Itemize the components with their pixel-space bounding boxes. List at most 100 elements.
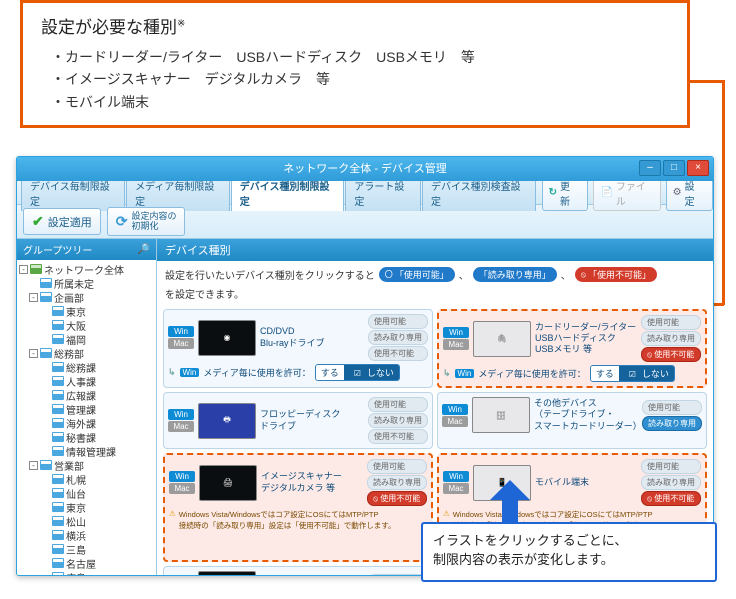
tree-node[interactable]: - 営業部 <box>17 458 156 472</box>
tree-node[interactable]: 人事課 <box>17 374 156 388</box>
top-callout: 設定が必要な種別※ カードリーダー/ライター USBハードディスク USBメモリ… <box>20 0 690 128</box>
state-deny: 使用不可能 <box>641 491 701 506</box>
tree-node[interactable]: 名古屋 <box>17 556 156 570</box>
permission-toggle[interactable]: するしない <box>590 365 675 382</box>
state-deny: 使用不可能 <box>368 429 428 444</box>
tree-label: 人事課 <box>66 374 96 389</box>
folder-icon <box>52 446 64 456</box>
state-readonly: 読み取り専用 <box>641 331 701 346</box>
folder-icon <box>52 306 64 316</box>
folder-icon <box>52 530 64 540</box>
tree-toggle[interactable]: - <box>29 349 38 358</box>
tree-node[interactable]: 松山 <box>17 514 156 528</box>
tree-label: 松山 <box>66 514 86 529</box>
tree-label: 総務部 <box>54 346 84 361</box>
os-mac-badge: Mac <box>443 483 469 494</box>
tree-node[interactable]: - ネットワーク全体 <box>17 262 156 276</box>
device-label: カードリーダー/ライターUSBハードディスクUSBメモリ 等 <box>535 322 637 356</box>
tree-label: 東京 <box>66 500 86 515</box>
tree-toggle[interactable]: - <box>29 461 38 470</box>
tree-toggle[interactable]: - <box>19 265 28 274</box>
os-mac-badge: Mac <box>169 483 195 494</box>
tree-label: 広報課 <box>66 388 96 403</box>
os-mac-badge: Mac <box>168 338 194 349</box>
tree-node[interactable]: 所属未定 <box>17 276 156 290</box>
tree-node[interactable]: -企画部 <box>17 290 156 304</box>
tree-node[interactable]: 広島 <box>17 570 156 575</box>
badge-allow: 「使用可能」 <box>379 267 455 282</box>
tree-search-icon[interactable]: 🔎 <box>138 244 150 255</box>
window-minimize[interactable]: – <box>639 160 661 176</box>
tree-node[interactable]: 福岡 <box>17 332 156 346</box>
device-card-card-reader[interactable]: WinMac🖇カードリーダー/ライターUSBハードディスクUSBメモリ 等使用可… <box>437 309 707 388</box>
state-readonly: 読み取り専用 <box>368 330 428 345</box>
tree-node[interactable]: 札幌 <box>17 472 156 486</box>
tree-node[interactable]: 管理課 <box>17 402 156 416</box>
os-win-badge: Win <box>168 409 194 420</box>
state-allow: 使用可能 <box>368 397 428 412</box>
os-win-mini: Win <box>180 368 200 377</box>
badge-readonly: 「読み取り専用」 <box>473 267 557 282</box>
tabs: デバイス毎制限設定 メディア毎制限設定 デバイス種別制限設定 アラート設定 デバ… <box>17 181 713 205</box>
apply-settings-button[interactable]: 設定適用 <box>23 208 101 235</box>
os-win-badge: Win <box>169 471 195 482</box>
device-label: CD/DVDBlu-rayドライブ <box>260 326 364 349</box>
folder-icon <box>52 474 64 484</box>
tree-label: 所属未定 <box>54 276 94 291</box>
tree-label: 総務課 <box>66 360 96 375</box>
tree-node[interactable]: 横浜 <box>17 528 156 542</box>
window-maximize[interactable]: □ <box>663 160 685 176</box>
tree-node[interactable]: 東京 <box>17 304 156 318</box>
arrow-icon <box>443 368 451 379</box>
tree-label: 横浜 <box>66 528 86 543</box>
group-tree[interactable]: -ネットワーク全体所属未定-企画部東京大阪福岡-総務部総務課人事課広報課管理課海… <box>17 260 156 575</box>
window-close[interactable]: × <box>687 160 709 176</box>
bottom-callout: イラストをクリックするごとに、 制限内容の表示が変化します。 <box>421 522 717 582</box>
tree-toggle[interactable]: - <box>29 293 38 302</box>
group-tree-header: グループツリー 🔎 <box>17 239 156 260</box>
folder-icon <box>52 572 64 575</box>
folder-icon <box>40 460 52 470</box>
device-card-cd-dvd[interactable]: WinMac◉CD/DVDBlu-rayドライブ使用可能読み取り専用使用不可能W… <box>163 309 433 388</box>
tree-node[interactable]: 三島 <box>17 542 156 556</box>
check-icon <box>32 213 44 230</box>
device-image: 🖇 <box>473 321 531 357</box>
permission-toggle[interactable]: するしない <box>315 364 400 381</box>
tree-label: 札幌 <box>66 472 86 487</box>
tree-label: 情報管理課 <box>66 444 116 459</box>
device-card-other[interactable]: WinMac🗄その他デバイス（テープドライブ・スマートカードリーダー）使用可能読… <box>437 392 707 449</box>
reset-settings-button[interactable]: 設定内容の 初期化 <box>107 207 186 237</box>
folder-icon <box>52 404 64 414</box>
tree-node[interactable]: 総務課 <box>17 360 156 374</box>
tree-node[interactable]: 東京 <box>17 500 156 514</box>
folder-icon <box>52 320 64 330</box>
tree-node[interactable]: 情報管理課 <box>17 444 156 458</box>
tree-label: ネットワーク全体 <box>44 262 124 277</box>
device-card-scanner[interactable]: WinMac🖨イメージスキャナーデジタルカメラ 等使用可能読み取り専用使用不可能… <box>163 453 433 562</box>
tree-node[interactable]: 大阪 <box>17 318 156 332</box>
device-card-esata[interactable]: WinMac🗄eSATA接続ハードディスク使用可能読み取り専用 <box>163 566 433 575</box>
os-win-badge: Win <box>443 327 469 338</box>
tree-label: 営業部 <box>54 458 84 473</box>
callout-item: イメージスキャナー デジタルカメラ 等 <box>51 68 669 90</box>
tree-node[interactable]: 広報課 <box>17 388 156 402</box>
tree-label: 秘書課 <box>66 430 96 445</box>
state-deny: 使用不可能 <box>367 491 427 506</box>
pointer-arrow <box>490 480 530 524</box>
group-tree-pane: グループツリー 🔎 -ネットワーク全体所属未定-企画部東京大阪福岡-総務部総務課… <box>17 239 157 575</box>
folder-icon <box>52 418 64 428</box>
device-image: 🗄 <box>198 571 256 575</box>
os-win-badge: Win <box>442 404 468 415</box>
tree-node[interactable]: 海外課 <box>17 416 156 430</box>
device-card-floppy[interactable]: WinMac🖶フロッピーディスクドライブ使用可能読み取り専用使用不可能 <box>163 392 433 449</box>
os-win-mini: Win <box>455 369 475 378</box>
tree-label: 名古屋 <box>66 556 96 571</box>
tree-label: 三島 <box>66 542 86 557</box>
tree-label: 海外課 <box>66 416 96 431</box>
state-allow: 使用可能 <box>642 400 702 415</box>
state-deny: 使用不可能 <box>368 346 428 361</box>
tree-node[interactable]: 仙台 <box>17 486 156 500</box>
tree-node[interactable]: - 総務部 <box>17 346 156 360</box>
tree-node[interactable]: 秘書課 <box>17 430 156 444</box>
callout-title: 設定が必要な種別※ <box>41 13 669 38</box>
